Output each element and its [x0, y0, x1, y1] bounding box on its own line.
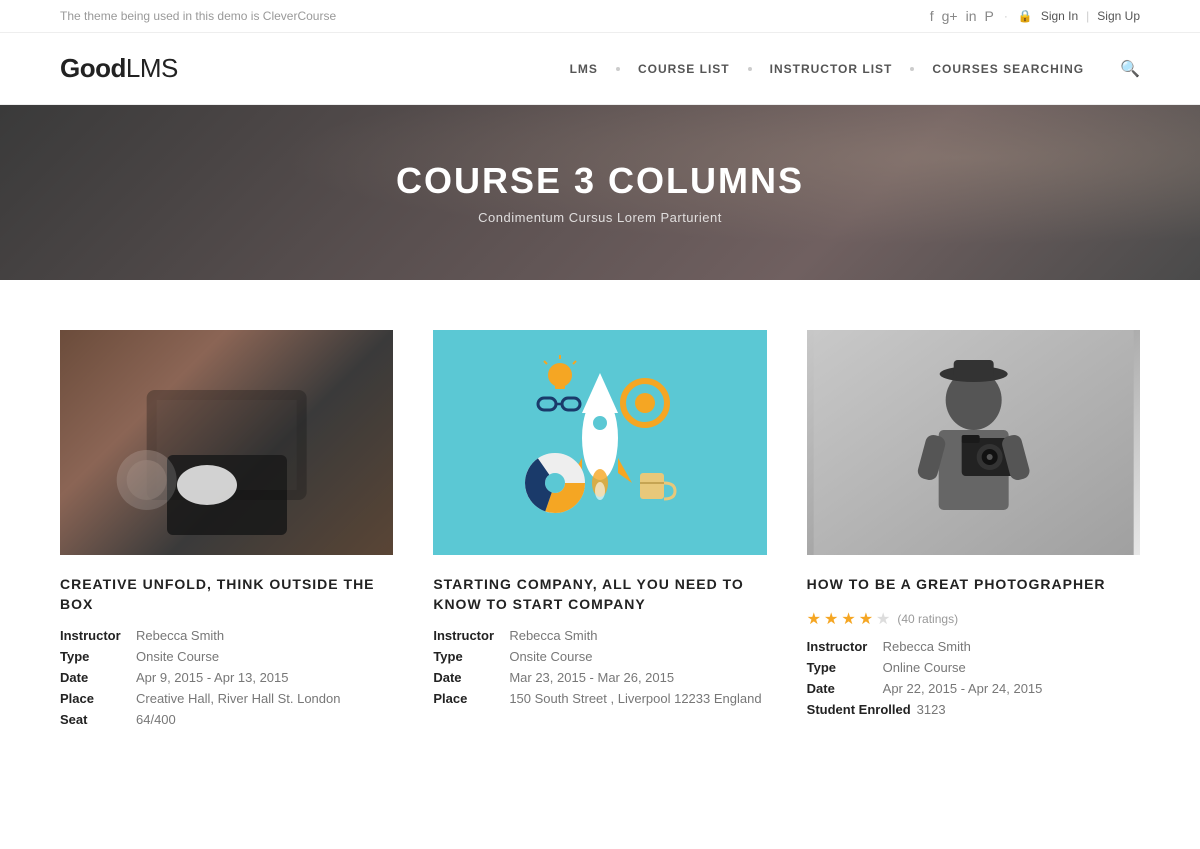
seat-value-1: 64/400: [136, 712, 176, 727]
instructor-label-1: Instructor: [60, 628, 130, 643]
top-bar-right: f g+ in P · 🔒 Sign In | Sign Up: [930, 8, 1140, 24]
type-row-1: Type Onsite Course: [60, 649, 393, 664]
course-meta-3: Instructor Rebecca Smith Type Online Cou…: [807, 639, 1140, 717]
course-title-2[interactable]: Starting Company, All You Need To Know T…: [433, 575, 766, 614]
logo-bold: Good: [60, 53, 126, 83]
auth-links: 🔒 Sign In | Sign Up: [1018, 9, 1140, 23]
star-2: ★: [824, 609, 838, 629]
nav-courses-searching[interactable]: Courses Searching: [914, 62, 1102, 76]
course-info-2: Starting Company, All You Need To Know T…: [433, 555, 766, 706]
date-row-2: Date Mar 23, 2015 - Mar 26, 2015: [433, 670, 766, 685]
logo-light: LMS: [126, 53, 178, 83]
course-card-1: Creative Unfold, Think Outside The Box I…: [60, 330, 393, 727]
type-row-2: Type Onsite Course: [433, 649, 766, 664]
course-title-3[interactable]: How To Be A Great Photographer: [807, 575, 1140, 595]
star-3: ★: [841, 609, 855, 629]
googleplus-icon[interactable]: g+: [942, 8, 958, 24]
course-2-illustration: [500, 343, 700, 543]
nav-course-list[interactable]: Course List: [620, 62, 748, 76]
instructor-row-2: Instructor Rebecca Smith: [433, 628, 766, 643]
hero-banner: Course 3 Columns Condimentum Cursus Lore…: [0, 105, 1200, 280]
course-card-3: How To Be A Great Photographer ★ ★ ★ ★ ★…: [807, 330, 1140, 727]
ratings-count: (40 ratings): [897, 612, 958, 626]
date-label-2: Date: [433, 670, 503, 685]
star-4: ★: [859, 609, 873, 629]
nav-instructor-list[interactable]: Instructor List: [752, 62, 911, 76]
pipe-divider: |: [1086, 9, 1089, 23]
search-icon[interactable]: 🔍: [1120, 59, 1140, 79]
signup-link[interactable]: Sign Up: [1097, 9, 1140, 23]
hero-title: Course 3 Columns: [396, 160, 804, 202]
hero-subtitle: Condimentum Cursus Lorem Parturient: [396, 210, 804, 225]
lock-icon: 🔒: [1018, 9, 1033, 23]
instructor-label-2: Instructor: [433, 628, 503, 643]
course-title-1[interactable]: Creative Unfold, Think Outside The Box: [60, 575, 393, 614]
enrolled-value-3: 3123: [917, 702, 946, 717]
course-image-3[interactable]: [807, 330, 1140, 555]
courses-grid: Creative Unfold, Think Outside The Box I…: [60, 330, 1140, 727]
signin-link[interactable]: Sign In: [1041, 9, 1078, 23]
place-label-1: Place: [60, 691, 130, 706]
place-row-1: Place Creative Hall, River Hall St. Lond…: [60, 691, 393, 706]
enrolled-row-3: Student Enrolled 3123: [807, 702, 1140, 717]
courses-section: Creative Unfold, Think Outside The Box I…: [0, 280, 1200, 787]
course-meta-1: Instructor Rebecca Smith Type Onsite Cou…: [60, 628, 393, 727]
facebook-icon[interactable]: f: [930, 8, 934, 24]
instructor-value-3: Rebecca Smith: [883, 639, 971, 654]
pinterest-icon[interactable]: P: [985, 8, 994, 24]
instructor-value-1: Rebecca Smith: [136, 628, 224, 643]
enrolled-label-3: Student Enrolled: [807, 702, 911, 717]
top-bar: The theme being used in this demo is Cle…: [0, 0, 1200, 33]
date-row-1: Date Apr 9, 2015 - Apr 13, 2015: [60, 670, 393, 685]
date-value-2: Mar 23, 2015 - Mar 26, 2015: [509, 670, 674, 685]
place-value-2: 150 South Street , Liverpool 12233 Engla…: [509, 691, 761, 706]
seat-label-1: Seat: [60, 712, 130, 727]
type-row-3: Type Online Course: [807, 660, 1140, 675]
main-nav: LMS Course List Instructor List Courses …: [552, 59, 1140, 79]
place-value-1: Creative Hall, River Hall St. London: [136, 691, 340, 706]
type-value-3: Online Course: [883, 660, 966, 675]
instructor-row-1: Instructor Rebecca Smith: [60, 628, 393, 643]
seat-row-1: Seat 64/400: [60, 712, 393, 727]
type-value-2: Onsite Course: [509, 649, 592, 664]
star-5: ★: [876, 609, 890, 629]
tagline: The theme being used in this demo is Cle…: [60, 9, 336, 23]
course-info-1: Creative Unfold, Think Outside The Box I…: [60, 555, 393, 727]
date-row-3: Date Apr 22, 2015 - Apr 24, 2015: [807, 681, 1140, 696]
type-label-3: Type: [807, 660, 877, 675]
date-label-3: Date: [807, 681, 877, 696]
type-value-1: Onsite Course: [136, 649, 219, 664]
course-3-illustration: [807, 330, 1140, 555]
instructor-value-2: Rebecca Smith: [509, 628, 597, 643]
date-value-3: Apr 22, 2015 - Apr 24, 2015: [883, 681, 1043, 696]
date-label-1: Date: [60, 670, 130, 685]
place-row-2: Place 150 South Street , Liverpool 12233…: [433, 691, 766, 706]
course-image-2[interactable]: [433, 330, 766, 555]
header: GoodLMS LMS Course List Instructor List …: [0, 33, 1200, 105]
hero-content: Course 3 Columns Condimentum Cursus Lore…: [396, 160, 804, 225]
course-image-1[interactable]: [60, 330, 393, 555]
date-value-1: Apr 9, 2015 - Apr 13, 2015: [136, 670, 289, 685]
star-1: ★: [807, 609, 821, 629]
instructor-label-3: Instructor: [807, 639, 877, 654]
linkedin-icon[interactable]: in: [966, 8, 977, 24]
type-label-1: Type: [60, 649, 130, 664]
instructor-row-3: Instructor Rebecca Smith: [807, 639, 1140, 654]
course-card-2: Starting Company, All You Need To Know T…: [433, 330, 766, 727]
nav-lms[interactable]: LMS: [552, 62, 616, 76]
course-info-3: How To Be A Great Photographer ★ ★ ★ ★ ★…: [807, 555, 1140, 717]
course-stars-3: ★ ★ ★ ★ ★ (40 ratings): [807, 609, 1140, 629]
place-label-2: Place: [433, 691, 503, 706]
logo[interactable]: GoodLMS: [60, 53, 178, 84]
divider: ·: [1004, 9, 1008, 23]
type-label-2: Type: [433, 649, 503, 664]
social-icons: f g+ in P: [930, 8, 994, 24]
course-meta-2: Instructor Rebecca Smith Type Onsite Cou…: [433, 628, 766, 706]
